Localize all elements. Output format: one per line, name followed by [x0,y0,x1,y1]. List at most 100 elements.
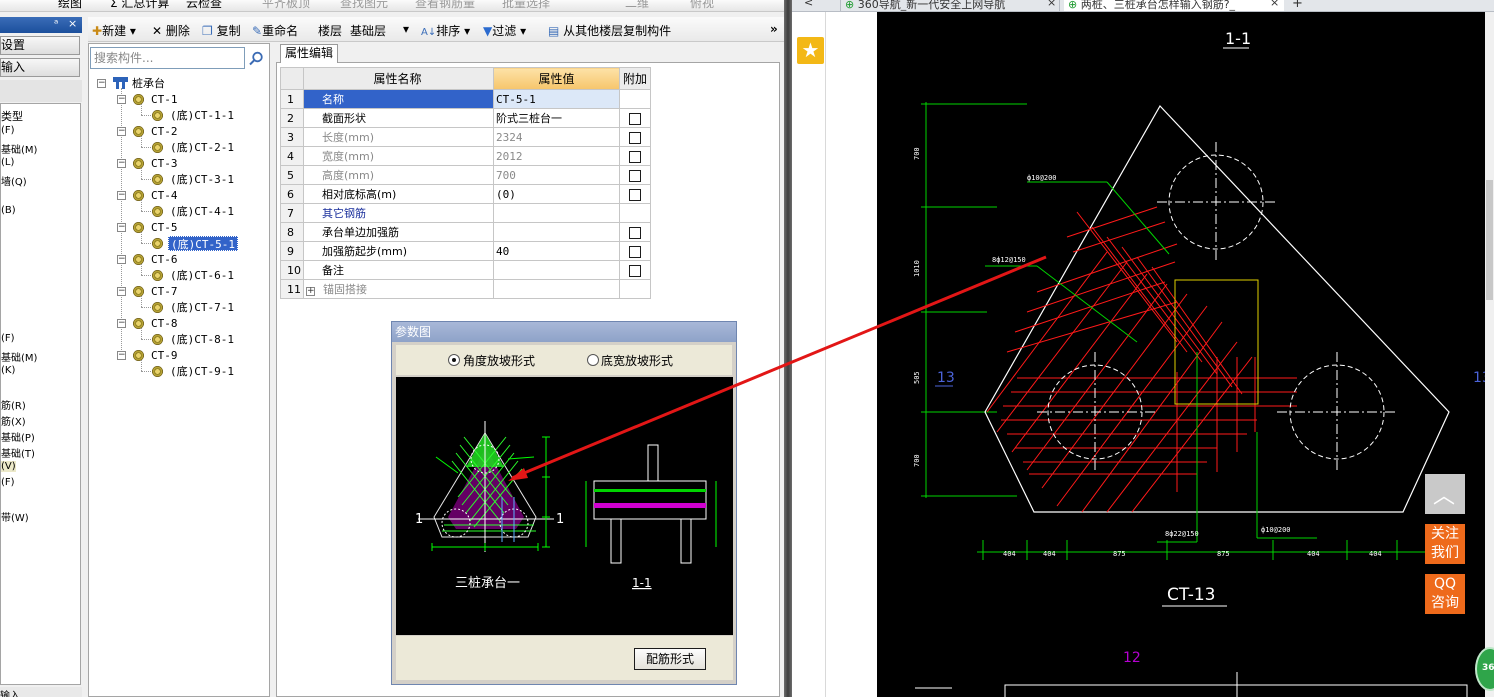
sort-button[interactable]: A↓排序 ▾ [421,22,470,39]
property-value[interactable] [493,279,620,299]
property-row[interactable]: 4 宽度(mm) 2012 [280,146,651,166]
new-button[interactable]: ✚新建 ▾ [92,22,136,39]
radio-angle-slope-label[interactable]: 角度放坡形式 [463,352,535,369]
tab-active-question[interactable]: ⊕ 两桩、三桩承台怎样输入钢筋?_ × [1064,0,1284,11]
tree-node-label[interactable]: CT-7 [151,284,178,299]
property-row[interactable]: 3 长度(mm) 2324 [280,127,651,147]
extra-checkbox[interactable] [629,264,641,277]
rename-button[interactable]: ✎重命名 [252,22,298,39]
rebar-form-button[interactable]: 配筋形式 [634,648,706,670]
tree-leaf-label[interactable]: (底)CT-4-1 [168,204,236,219]
collapse-icon[interactable]: − [117,255,126,264]
extra-checkbox[interactable] [629,188,641,201]
property-value[interactable]: 阶式三桩台一 [493,108,620,128]
list-item[interactable]: 带(W) [1,509,29,524]
tree-node-label[interactable]: CT-1 [151,92,178,107]
radio-angle-slope[interactable] [448,354,460,366]
tree-leaf-label[interactable]: (底)CT-6-1 [168,268,236,283]
collapse-icon[interactable]: − [117,287,126,296]
delete-button[interactable]: ✕ 删除 [152,22,190,39]
extra-checkbox[interactable] [629,169,641,182]
find-element-button[interactable]: 查找图元 [340,0,388,11]
property-value[interactable]: (0) [493,184,620,204]
tree-leaf-selected[interactable]: (底)CT-5-1 [168,236,238,251]
collapse-icon[interactable]: − [117,319,126,328]
input-button[interactable]: 输入 [0,58,80,77]
property-row[interactable]: 11 + 锚固搭接 [280,279,651,299]
list-item[interactable]: (F) [1,333,15,344]
scrollbar-thumb[interactable] [1486,180,1493,300]
search-input[interactable]: 搜索构件... [90,47,245,69]
flush-top-button[interactable]: 平齐板顶 [262,0,310,11]
tree-leaf-label[interactable]: (底)CT-1-1 [168,108,236,123]
collapse-icon[interactable]: − [117,223,126,232]
list-item[interactable]: (L) [1,157,14,168]
view-2d-select[interactable]: 二维 [625,0,649,11]
tree-leaf-label[interactable]: (底)CT-7-1 [168,300,236,315]
expand-icon[interactable]: + [306,287,315,296]
property-row[interactable]: 8 承台单边加强筋 [280,222,651,242]
list-item[interactable]: 基础(P) [1,429,35,444]
extra-checkbox[interactable] [629,245,641,258]
list-item[interactable]: 基础(M) [1,349,37,364]
tab-property-editor[interactable]: 属性编辑 [280,44,338,63]
property-value[interactable] [493,222,620,242]
property-row[interactable]: 2 截面形状 阶式三桩台一 [280,108,651,128]
pin-icon[interactable]: ᵃ [54,17,58,30]
property-value[interactable]: 2012 [493,146,620,166]
tree-node-label[interactable]: CT-8 [151,316,178,331]
collapse-icon[interactable]: − [97,79,106,88]
list-item[interactable]: 类型 [1,108,23,124]
extra-checkbox[interactable] [629,150,641,163]
view-top-select[interactable]: 俯视 [690,0,714,11]
back-to-top-button[interactable]: ︿ [1425,474,1465,514]
more-icon[interactable]: » [770,22,778,36]
property-value[interactable] [493,260,620,280]
property-row[interactable]: 7 其它钢筋 [280,203,651,223]
qq-consult-button[interactable]: QQ咨询 [1425,574,1465,614]
list-item[interactable]: 筋(X) [1,413,26,428]
tree-node-label[interactable]: CT-5 [151,220,178,235]
floor-select[interactable]: 基础层 ▾ [350,22,410,39]
draw-button[interactable]: 绘图 [58,0,82,11]
favorite-star-icon[interactable]: ★ [797,37,824,64]
collapse-icon[interactable]: − [117,159,126,168]
list-item[interactable]: 墙(Q) [1,173,27,188]
property-row[interactable]: 10 备注 [280,260,651,280]
property-value[interactable] [493,203,620,223]
close-icon[interactable]: × [68,17,77,30]
property-table[interactable]: 属性名称 属性值 附加 1 名称 CT-5-1 2 截面形状 阶式三桩台一 3 长度(mm) 2… [280,67,651,299]
tree-root-label[interactable]: 桩承台 [132,76,165,91]
extra-checkbox[interactable] [629,226,641,239]
list-item[interactable]: (F) [1,125,15,136]
tree-node-label[interactable]: CT-3 [151,156,178,171]
new-tab-button[interactable]: + [1292,0,1303,11]
follow-us-button[interactable]: 关注我们 [1425,524,1465,564]
browser-scrollbar[interactable] [1485,12,1494,697]
property-value[interactable]: 700 [493,165,620,185]
close-tab-icon[interactable]: × [1047,0,1056,9]
settings-button[interactable]: 设置 [0,36,80,55]
view-rebar-button[interactable]: 查看钢筋量 [415,0,475,11]
collapse-icon[interactable]: − [117,351,126,360]
radio-width-slope[interactable] [587,354,599,366]
component-type-list[interactable]: 类型 (F) 基础(M) (L) 墙(Q) (B) (F) 基础(M) (K) … [0,103,81,685]
search-icon[interactable] [248,51,264,67]
back-button[interactable]: < [804,0,813,11]
filter-button[interactable]: ▼过滤 ▾ [483,22,526,39]
tree-leaf-label[interactable]: (底)CT-8-1 [168,332,236,347]
collapse-icon[interactable]: − [117,191,126,200]
batch-select-button[interactable]: 批量选择 [502,0,550,11]
close-tab-icon[interactable]: × [1270,0,1279,9]
property-value[interactable]: 40 [493,241,620,261]
list-item[interactable]: (B) [1,205,16,216]
tree-leaf-label[interactable]: (底)CT-9-1 [168,364,236,379]
tree-node-label[interactable]: CT-4 [151,188,178,203]
property-row[interactable]: 5 高度(mm) 700 [280,165,651,185]
property-value[interactable]: 2324 [493,127,620,147]
extra-checkbox[interactable] [629,112,641,125]
collapse-icon[interactable]: − [117,127,126,136]
property-row[interactable]: 9 加强筋起步(mm) 40 [280,241,651,261]
radio-width-slope-label[interactable]: 底宽放坡形式 [601,352,673,369]
list-item[interactable]: (V) [1,461,16,472]
